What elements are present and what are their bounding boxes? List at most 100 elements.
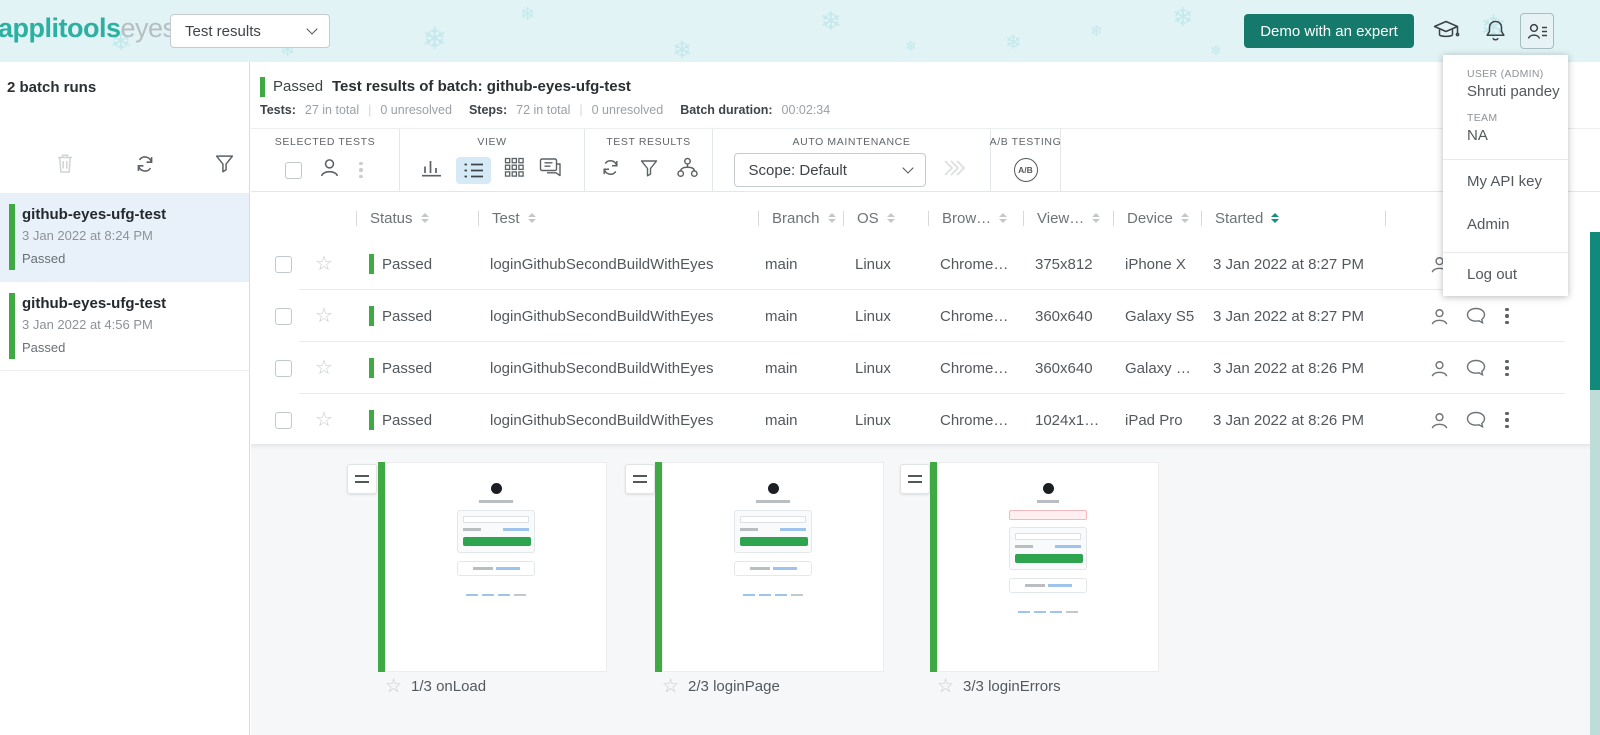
row-checkbox[interactable]	[275, 412, 292, 429]
step-drag-handle[interactable]	[625, 464, 655, 494]
row-checkbox[interactable]	[275, 256, 292, 273]
chevron-down-icon	[306, 23, 317, 34]
comments-icon[interactable]	[1465, 394, 1487, 446]
row-status: Passed	[382, 290, 432, 342]
group-hierarchy-icon[interactable]	[676, 157, 699, 183]
results-table-body: ☆ Passed loginGithubSecondBuildWithEyes …	[251, 238, 1600, 446]
column-header-os[interactable]: OS	[843, 198, 895, 238]
test-result-row[interactable]: ☆ Passed loginGithubSecondBuildWithEyes …	[251, 342, 1600, 394]
star-icon[interactable]: ☆	[315, 358, 333, 378]
results-view-select[interactable]: Test results	[170, 14, 330, 48]
column-header-device[interactable]: Device	[1113, 198, 1189, 238]
apply-maintenance-icon[interactable]	[938, 156, 970, 185]
row-browser: Chrome…	[940, 342, 1008, 394]
sort-icon	[828, 213, 836, 224]
row-more-icon[interactable]	[1503, 306, 1511, 327]
row-branch: main	[765, 238, 798, 290]
row-test-name: loginGithubSecondBuildWithEyes	[490, 394, 713, 446]
star-icon[interactable]: ☆	[315, 410, 333, 430]
star-icon[interactable]: ☆	[662, 677, 679, 696]
star-icon[interactable]: ☆	[315, 306, 333, 326]
star-icon[interactable]: ☆	[315, 254, 333, 274]
refresh-results-icon[interactable]	[599, 157, 622, 183]
test-result-row[interactable]: ☆ Passed loginGithubSecondBuildWithEyes …	[251, 394, 1600, 446]
comments-view-icon[interactable]	[538, 157, 564, 183]
mock-signin-button	[740, 537, 808, 546]
step-status-bar	[655, 462, 662, 672]
test-result-row[interactable]: ☆ Passed loginGithubSecondBuildWithEyes …	[251, 290, 1600, 342]
demo-with-expert-button[interactable]: Demo with an expert	[1244, 14, 1414, 48]
filter-batches-funnel-icon[interactable]	[214, 153, 235, 179]
snowflake-icon: ❄	[820, 6, 842, 37]
select-all-checkbox[interactable]	[285, 162, 302, 179]
batch-run-item[interactable]: github-eyes-ufg-test 3 Jan 2022 at 8:24 …	[0, 193, 249, 282]
row-branch: main	[765, 290, 798, 342]
column-header-test[interactable]: Test	[478, 198, 536, 238]
step-drag-handle[interactable]	[347, 464, 377, 494]
star-icon[interactable]: ☆	[937, 677, 954, 696]
batch-title: Test results of batch: github-eyes-ufg-t…	[332, 78, 631, 95]
batch-name: github-eyes-ufg-test	[22, 206, 249, 223]
filter-results-funnel-icon[interactable]	[639, 158, 659, 183]
learn-graduation-cap-icon[interactable]	[1432, 17, 1460, 48]
batch-results-main: Passed Test results of batch: github-eye…	[251, 62, 1600, 735]
github-login-mock	[663, 463, 883, 596]
row-status: Passed	[382, 342, 432, 394]
top-bar: ❄ ❄ ❄ ❄ ❄ ❄ ❄ ❄ ❄ ❄ ❄ ❄ applitoolseyes T…	[0, 0, 1600, 62]
menu-item-my-api-key[interactable]: My API key	[1443, 160, 1568, 203]
batch-run-item[interactable]: github-eyes-ufg-test 3 Jan 2022 at 4:56 …	[0, 282, 249, 371]
sort-icon	[1092, 213, 1100, 224]
assignee-icon[interactable]	[1429, 290, 1450, 342]
test-result-row[interactable]: ☆ Passed loginGithubSecondBuildWithEyes …	[251, 238, 1600, 290]
row-checkbox[interactable]	[275, 360, 292, 377]
delete-batch-trash-icon[interactable]	[55, 152, 75, 180]
comments-icon[interactable]	[1465, 342, 1487, 394]
row-branch: main	[765, 394, 798, 446]
menu-item-log-out[interactable]: Log out	[1443, 253, 1568, 296]
step-thumbnail[interactable]	[662, 462, 884, 672]
assignee-icon[interactable]	[1429, 394, 1450, 446]
row-viewport: 375x812	[1035, 238, 1093, 290]
menu-item-admin[interactable]: Admin	[1443, 203, 1568, 246]
step-thumbnail[interactable]	[937, 462, 1159, 672]
refresh-batches-icon[interactable]	[133, 153, 157, 180]
column-header-branch[interactable]: Branch	[758, 198, 836, 238]
mock-signin-button	[1015, 554, 1083, 563]
column-header-viewport[interactable]: View…	[1023, 198, 1100, 238]
step-drag-handle[interactable]	[900, 464, 930, 494]
column-header-status[interactable]: Status	[356, 198, 429, 238]
row-os: Linux	[855, 238, 891, 290]
sort-icon-active	[1271, 213, 1279, 224]
assign-user-icon[interactable]	[318, 156, 341, 184]
star-icon[interactable]: ☆	[385, 677, 402, 696]
grid-view-icon[interactable]	[504, 157, 525, 183]
scrollbar-track[interactable]	[1590, 390, 1600, 735]
column-header-started[interactable]: Started	[1201, 198, 1279, 238]
row-status-bar	[369, 410, 374, 430]
column-header-browser[interactable]: Brow…	[928, 198, 1007, 238]
snowflake-icon: ❄	[1090, 22, 1103, 40]
batch-run-list: github-eyes-ufg-test 3 Jan 2022 at 8:24 …	[0, 193, 249, 371]
ab-testing-icon[interactable]: A/B	[1014, 158, 1038, 182]
assignee-icon[interactable]	[1429, 342, 1450, 394]
comments-icon[interactable]	[1465, 290, 1487, 342]
row-more-icon[interactable]	[1503, 358, 1511, 379]
scrollbar-thumb[interactable]	[1590, 232, 1600, 390]
notifications-bell-icon[interactable]	[1484, 18, 1507, 48]
list-view-icon-selected[interactable]	[456, 157, 491, 184]
results-view-select-value: Test results	[185, 23, 261, 40]
row-checkbox[interactable]	[275, 308, 292, 325]
scope-select[interactable]: Scope: Default	[734, 153, 926, 187]
user-section: USER (ADMIN) Shruti pandey	[1443, 65, 1568, 109]
row-started: 3 Jan 2022 at 8:27 PM	[1213, 238, 1364, 290]
step-thumbnail[interactable]	[385, 462, 607, 672]
mock-link-bar	[1048, 584, 1072, 587]
step-name: 1/3 onLoad	[411, 678, 486, 695]
mock-title-bar	[756, 500, 790, 503]
selected-tests-more-icon[interactable]	[357, 160, 365, 181]
account-menu-button[interactable]	[1520, 13, 1554, 49]
mock-link-bar	[496, 567, 520, 570]
row-more-icon[interactable]	[1503, 410, 1511, 431]
chart-view-icon[interactable]	[420, 157, 443, 183]
batch-stats: Tests: 27 in total | 0 unresolved Steps:…	[260, 103, 830, 117]
